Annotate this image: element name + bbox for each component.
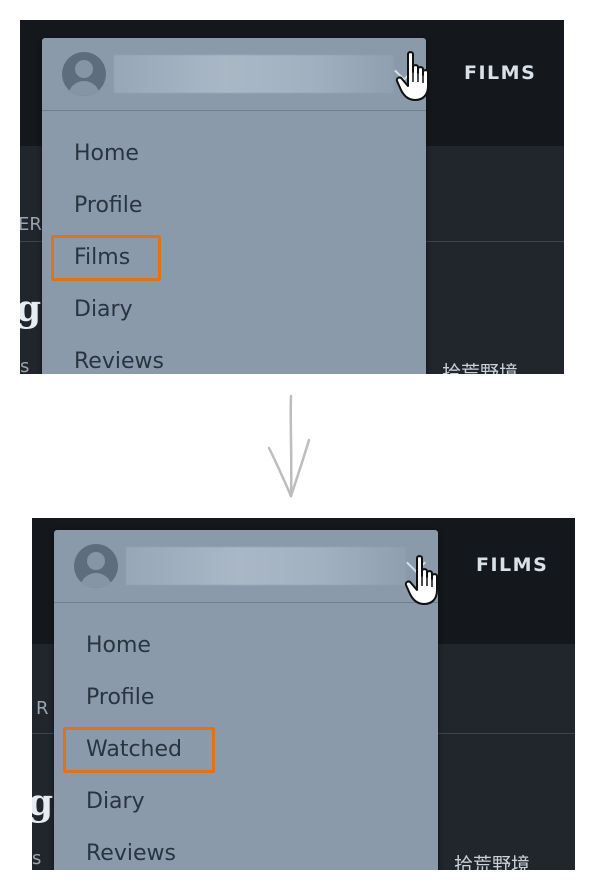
- user-avatar-icon[interactable]: [74, 544, 118, 588]
- menu-item-label: Diary: [86, 789, 145, 814]
- background-title-fragment: g: [32, 782, 54, 824]
- dropdown-menu-list: Home Profile Films Diary Reviews: [42, 128, 426, 374]
- dropdown-menu-list: Home Profile Watched Diary Reviews: [54, 620, 438, 870]
- menu-item-profile[interactable]: Profile: [54, 672, 438, 724]
- menu-item-label: Home: [74, 141, 139, 166]
- menu-item-reviews[interactable]: Reviews: [42, 336, 426, 374]
- menu-item-reviews[interactable]: Reviews: [54, 828, 438, 870]
- redacted-username: [114, 55, 394, 93]
- background-text-fragment: R: [36, 698, 49, 719]
- account-toggle[interactable]: [54, 530, 438, 603]
- menu-item-label: Reviews: [74, 349, 164, 374]
- background-cjk-text: 拾荒野境: [454, 854, 531, 870]
- background-title-fragment: g: [20, 288, 42, 330]
- nav-films-link[interactable]: FILMS: [464, 62, 536, 84]
- redacted-username: [126, 547, 406, 585]
- menu-item-diary[interactable]: Diary: [42, 284, 426, 336]
- hand-pointer-icon: [395, 51, 429, 101]
- menu-item-home[interactable]: Home: [42, 128, 426, 180]
- background-text-fragment: ER: [20, 214, 42, 235]
- nav-films-link[interactable]: FILMS: [476, 554, 548, 576]
- account-dropdown-menu: Home Profile Watched Diary Reviews: [54, 530, 438, 870]
- after-screenshot: FILMS R g s 拾荒野境 Home Profile Watched Di…: [32, 518, 575, 870]
- menu-item-home[interactable]: Home: [54, 620, 438, 672]
- arrow-down-icon: [267, 394, 311, 498]
- menu-item-label: Films: [74, 245, 131, 270]
- menu-item-label: Watched: [86, 737, 182, 762]
- account-toggle[interactable]: [42, 38, 426, 111]
- menu-item-watched[interactable]: Watched: [54, 724, 438, 776]
- menu-item-films[interactable]: Films: [42, 232, 426, 284]
- background-cjk-text: 拾荒野境: [442, 362, 519, 374]
- menu-item-label: Profile: [86, 685, 155, 710]
- comparison-figure: FILMS ER g s 拾荒野境 Home Profile Films Dia…: [0, 0, 594, 890]
- menu-item-label: Reviews: [86, 841, 176, 866]
- menu-item-profile[interactable]: Profile: [42, 180, 426, 232]
- before-screenshot: FILMS ER g s 拾荒野境 Home Profile Films Dia…: [20, 20, 564, 374]
- background-text-fragment: s: [32, 848, 42, 869]
- background-text-fragment: s: [20, 356, 30, 374]
- hand-pointer-icon: [404, 555, 438, 605]
- account-dropdown-menu: Home Profile Films Diary Reviews: [42, 38, 426, 374]
- menu-item-label: Profile: [74, 193, 143, 218]
- menu-item-label: Diary: [74, 297, 133, 322]
- menu-item-diary[interactable]: Diary: [54, 776, 438, 828]
- user-avatar-icon[interactable]: [62, 52, 106, 96]
- menu-item-label: Home: [86, 633, 151, 658]
